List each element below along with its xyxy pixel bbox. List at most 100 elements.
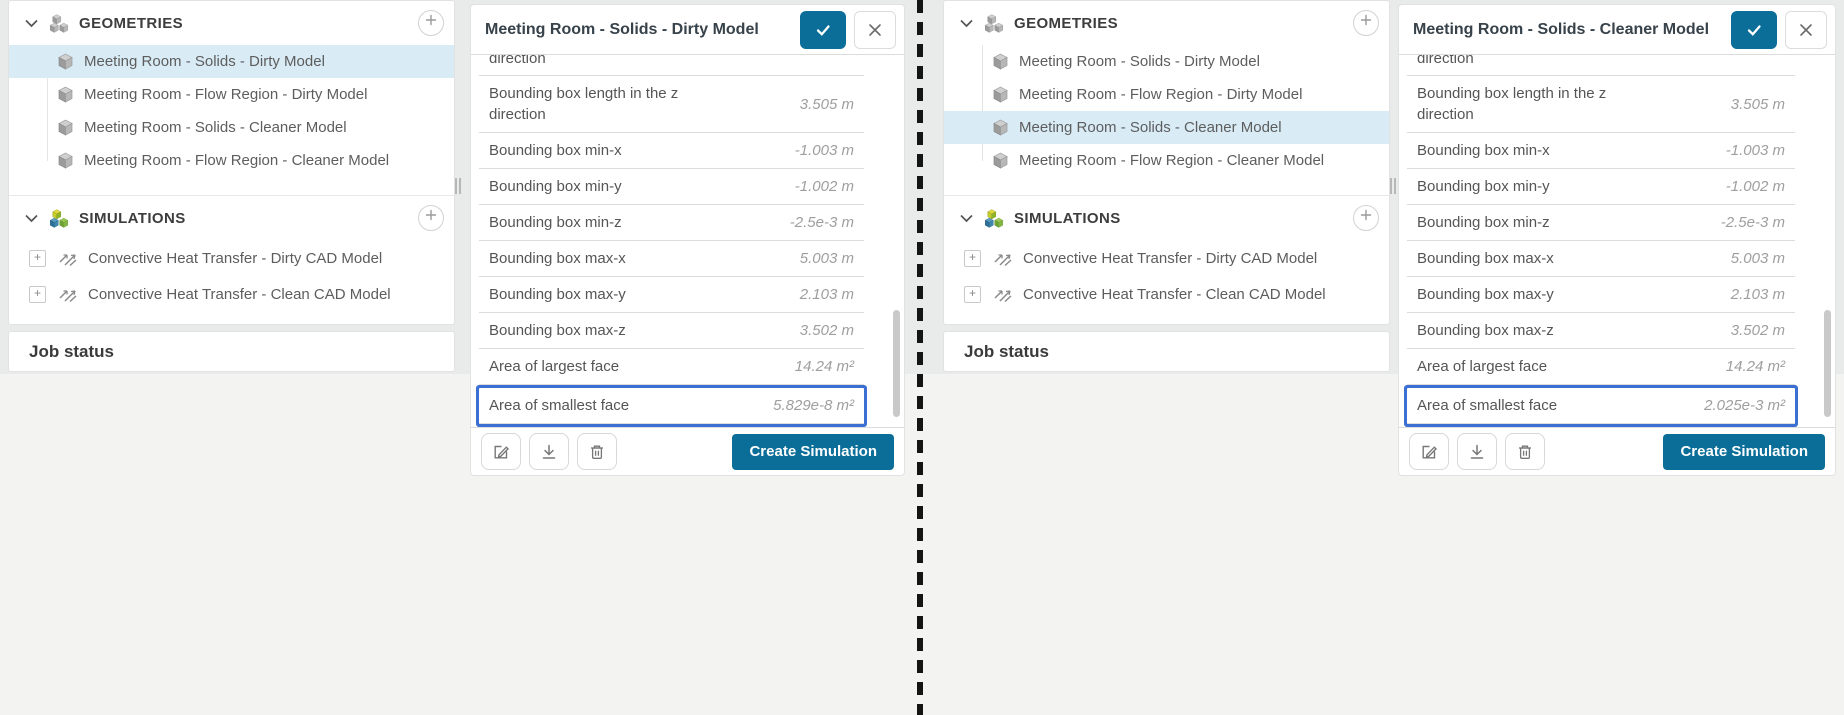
simulations-cubes-icon [50, 209, 69, 228]
expand-plus-icon[interactable]: + [29, 285, 46, 303]
property-row: Bounding box max-y 2.103 m [1407, 277, 1795, 313]
section-label: SIMULATIONS [1014, 209, 1121, 227]
edit-icon [494, 445, 509, 458]
property-row: Bounding box length in the z direction 3… [1407, 76, 1795, 133]
expand-plus-icon[interactable]: + [964, 249, 981, 267]
download-icon [542, 444, 556, 459]
edit-button[interactable] [1409, 433, 1449, 470]
tree-item-geometry[interactable]: Meeting Room - Flow Region - Dirty Model [944, 78, 1389, 111]
tree-item-simulation[interactable]: + Convective Heat Transfer - Clean CAD M… [944, 276, 1389, 312]
tree-item-label: Meeting Room - Solids - Cleaner Model [84, 119, 347, 136]
add-simulation-button[interactable] [418, 205, 444, 231]
tree-item-label: Meeting Room - Solids - Dirty Model [1019, 53, 1260, 70]
delete-button[interactable] [577, 433, 617, 470]
tree-item-geometry[interactable]: Meeting Room - Flow Region - Dirty Model [9, 78, 454, 111]
add-geometry-button[interactable] [418, 10, 444, 36]
scrollbar-thumb[interactable] [1824, 310, 1831, 417]
highlighted-property-row: Area of smallest face 2.025e-3 m² [1407, 388, 1795, 424]
property-row: Bounding box min-z -2.5e-3 m [1407, 205, 1795, 241]
create-simulation-button[interactable]: Create Simulation [732, 433, 894, 470]
property-row: Bounding box min-y -1.002 m [479, 169, 864, 205]
job-status-title: Job status [29, 341, 115, 361]
download-button[interactable] [1457, 433, 1497, 470]
tree-item-label: Meeting Room - Solids - Dirty Model [84, 53, 325, 70]
left-comparison-pane: GEOMETRIES Meeting Room - Solids - Dirty… [0, 0, 922, 715]
tree-item-simulation[interactable]: + Convective Heat Transfer - Dirty CAD M… [9, 240, 454, 276]
heat-transfer-icon [59, 254, 77, 267]
tree-item-label: Convective Heat Transfer - Dirty CAD Mod… [88, 249, 383, 267]
property-row: Bounding box max-z 3.502 m [1407, 313, 1795, 349]
tree-item-label: Convective Heat Transfer - Clean CAD Mod… [88, 285, 391, 303]
tree-item-label: Meeting Room - Flow Region - Dirty Model [1019, 86, 1303, 103]
chevron-down-icon[interactable] [25, 214, 38, 223]
chevron-down-icon[interactable] [960, 214, 973, 223]
tree-item-label: Meeting Room - Flow Region - Cleaner Mod… [84, 152, 390, 169]
expand-plus-icon[interactable]: + [964, 285, 981, 303]
chevron-down-icon[interactable] [960, 19, 973, 28]
property-row-clipped: direction [1407, 55, 1795, 76]
delete-button[interactable] [1505, 433, 1545, 470]
tree-item-geometry[interactable]: Meeting Room - Solids - Cleaner Model [9, 111, 454, 144]
highlighted-property-row: Area of smallest face 5.829e-8 m² [479, 388, 864, 424]
create-simulation-button[interactable]: Create Simulation [1663, 433, 1825, 470]
add-geometry-button[interactable] [1353, 10, 1379, 36]
section-label: SIMULATIONS [79, 209, 186, 227]
tree-section-geometries[interactable]: GEOMETRIES [9, 1, 454, 45]
property-row: Bounding box min-x -1.003 m [479, 133, 864, 169]
expand-plus-icon[interactable]: + [29, 249, 46, 267]
job-status-title: Job status [964, 341, 1050, 361]
panel-resize-handle[interactable] [1390, 178, 1396, 194]
tree-section-geometries[interactable]: GEOMETRIES [944, 1, 1389, 45]
heat-transfer-icon [994, 254, 1012, 267]
confirm-button[interactable] [800, 10, 846, 49]
tree-item-label: Meeting Room - Flow Region - Dirty Model [84, 86, 368, 103]
geometries-cubes-icon [50, 14, 69, 33]
cube-icon [58, 86, 73, 103]
download-button[interactable] [529, 433, 569, 470]
edit-button[interactable] [481, 433, 521, 470]
tree-item-geometry[interactable]: Meeting Room - Flow Region - Cleaner Mod… [944, 144, 1389, 177]
tree-item-geometry[interactable]: Meeting Room - Solids - Cleaner Model [944, 111, 1389, 144]
property-row: Bounding box min-z -2.5e-3 m [479, 205, 864, 241]
tree-item-geometry[interactable]: Meeting Room - Solids - Dirty Model [9, 45, 454, 78]
add-simulation-button[interactable] [1353, 205, 1379, 231]
panel-title: Meeting Room - Solids - Dirty Model [485, 20, 759, 38]
geometry-properties-panel: Meeting Room - Solids - Dirty Model dire… [470, 4, 905, 476]
tree-item-label: Meeting Room - Flow Region - Cleaner Mod… [1019, 152, 1325, 169]
cube-icon [58, 152, 73, 169]
tree-item-label: Convective Heat Transfer - Dirty CAD Mod… [1023, 249, 1318, 267]
download-icon [1470, 444, 1484, 459]
tree-item-simulation[interactable]: + Convective Heat Transfer - Clean CAD M… [9, 276, 454, 312]
job-status-panel: Job status [943, 331, 1390, 372]
tree-item-simulation[interactable]: + Convective Heat Transfer - Dirty CAD M… [944, 240, 1389, 276]
geometries-cubes-icon [985, 14, 1004, 33]
section-label: GEOMETRIES [1014, 14, 1119, 32]
cube-icon [993, 86, 1008, 103]
tree-item-label: Meeting Room - Solids - Cleaner Model [1019, 119, 1282, 136]
close-icon [869, 23, 881, 36]
geometry-properties-panel: Meeting Room - Solids - Cleaner Model di… [1398, 4, 1836, 476]
job-status-panel: Job status [8, 331, 455, 372]
cube-icon [58, 53, 73, 70]
chevron-down-icon[interactable] [25, 19, 38, 28]
heat-transfer-icon [994, 290, 1012, 303]
scrollbar-thumb[interactable] [893, 310, 900, 417]
close-button[interactable] [854, 10, 896, 49]
close-button[interactable] [1785, 10, 1827, 49]
panel-resize-handle[interactable] [455, 178, 461, 194]
right-comparison-pane: GEOMETRIES Meeting Room - Solids - Dirty… [922, 0, 1844, 715]
tree-section-simulations[interactable]: SIMULATIONS [9, 195, 454, 240]
property-row: Bounding box max-x 5.003 m [479, 241, 864, 277]
heat-transfer-icon [59, 290, 77, 303]
trash-icon [590, 445, 604, 459]
tree-item-geometry[interactable]: Meeting Room - Solids - Dirty Model [944, 45, 1389, 78]
section-label: GEOMETRIES [79, 14, 184, 32]
property-row: Bounding box max-y 2.103 m [479, 277, 864, 313]
confirm-button[interactable] [1731, 10, 1777, 49]
scene-tree-panel: GEOMETRIES Meeting Room - Solids - Dirty… [943, 0, 1390, 325]
property-row: Bounding box max-z 3.502 m [479, 313, 864, 349]
simulations-cubes-icon [985, 209, 1004, 228]
tree-item-geometry[interactable]: Meeting Room - Flow Region - Cleaner Mod… [9, 144, 454, 177]
tree-section-simulations[interactable]: SIMULATIONS [944, 195, 1389, 240]
check-icon [1747, 24, 1761, 35]
